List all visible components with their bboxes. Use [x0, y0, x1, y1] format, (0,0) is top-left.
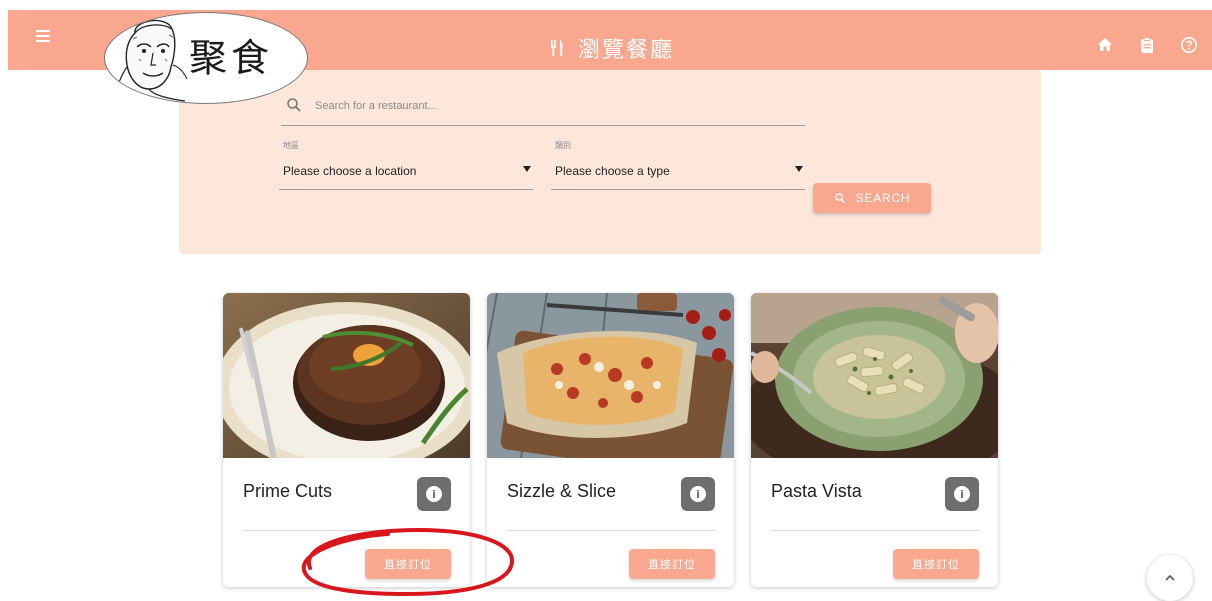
search-field[interactable]: [281, 94, 805, 126]
location-value: Please choose a location: [283, 164, 417, 178]
info-button[interactable]: i: [681, 477, 715, 511]
search-icon: [834, 193, 845, 203]
pasta-photo: [751, 293, 998, 458]
home-icon[interactable]: [1096, 36, 1114, 54]
dropdown-arrow-icon: [795, 166, 803, 172]
scroll-to-top-button[interactable]: [1147, 555, 1193, 601]
help-icon[interactable]: [1180, 36, 1198, 54]
info-icon: i: [690, 486, 706, 502]
face-illustration: [113, 19, 188, 102]
search-icon: [287, 98, 301, 112]
restaurant-name: Prime Cuts: [243, 481, 333, 501]
book-now-button[interactable]: 直接訂位: [893, 549, 979, 579]
search-input[interactable]: [315, 96, 785, 116]
location-select[interactable]: 地區 Please choose a location: [279, 140, 533, 190]
location-label: 地區: [283, 141, 299, 150]
search-panel: 地區 Please choose a location 類別 Please ch…: [179, 70, 1041, 254]
book-now-button[interactable]: 直接訂位: [365, 549, 451, 579]
restaurant-icon: [551, 40, 563, 56]
book-now-button[interactable]: 直接訂位: [629, 549, 715, 579]
pizza-photo: [487, 293, 734, 458]
brand-logo[interactable]: 聚食: [104, 12, 308, 104]
restaurant-card[interactable]: Pasta Vista i 直接訂位: [751, 293, 998, 587]
card-divider: [771, 530, 979, 531]
top-actions: [1096, 36, 1198, 54]
info-icon: i: [954, 486, 970, 502]
restaurant-name: Sizzle & Slice: [507, 481, 617, 501]
card-divider: [243, 530, 451, 531]
page-title: 瀏覽餐廳: [578, 38, 675, 63]
page-title-area: 瀏覽餐廳: [548, 32, 674, 64]
info-button[interactable]: i: [945, 477, 979, 511]
search-button[interactable]: SEARCH: [813, 183, 931, 213]
restaurant-card[interactable]: Sizzle & Slice i 直接訂位: [487, 293, 734, 587]
steak-photo: [223, 293, 470, 458]
card-divider: [507, 530, 715, 531]
restaurant-name: Pasta Vista: [771, 481, 862, 501]
type-select[interactable]: 類別 Please choose a type: [551, 140, 805, 190]
info-icon: i: [426, 486, 442, 502]
type-value: Please choose a type: [555, 164, 670, 178]
brand-name: 聚食: [189, 36, 274, 80]
menu-icon[interactable]: [36, 30, 54, 44]
clipboard-icon[interactable]: [1138, 36, 1156, 54]
chevron-up-icon: [1165, 574, 1175, 581]
search-button-label: SEARCH: [855, 191, 911, 205]
info-button[interactable]: i: [417, 477, 451, 511]
restaurant-card[interactable]: Prime Cuts i 直接訂位: [223, 293, 470, 587]
dropdown-arrow-icon: [523, 166, 531, 172]
type-label: 類別: [555, 141, 571, 150]
